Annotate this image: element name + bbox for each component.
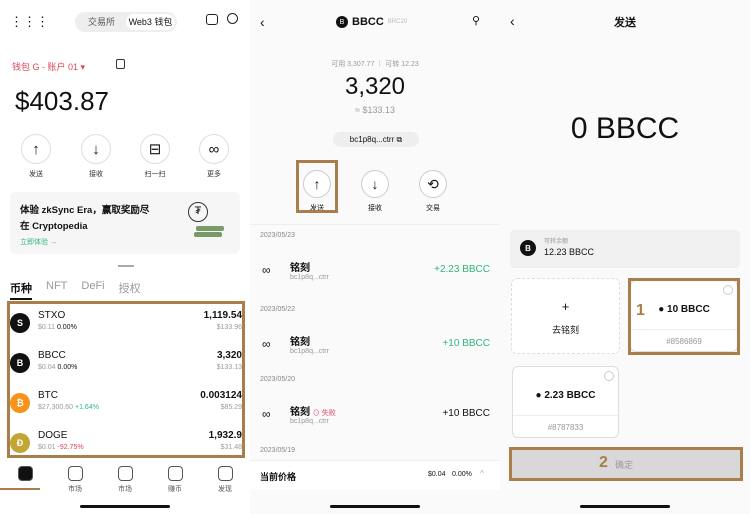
token-logo-icon: B — [336, 16, 348, 28]
wallet-home-panel: ⋮⋮⋮ 交易所 Web3 钱包 钱包 G - 账户 01 ▾ $403.87 ↑… — [0, 0, 250, 514]
transaction-row[interactable]: ∞ 铭刻 bc1p8q...ctrr +10 BBCC — [260, 331, 490, 365]
date-header: 2023/05/19 — [260, 447, 296, 454]
home-indicator — [80, 505, 170, 508]
home-indicator — [330, 505, 420, 508]
inscribe-card[interactable]: + 去铭刻 — [511, 278, 620, 354]
tab-nft[interactable]: NFT — [46, 280, 67, 300]
tab-web3-wallet[interactable]: Web3 钱包 — [126, 14, 175, 30]
price-bar[interactable]: 当前价格 $0.04 0.00% ^ — [250, 460, 500, 490]
swap-icon: ⟲ — [419, 170, 447, 198]
back-icon[interactable]: ‹ — [260, 14, 265, 30]
nav-earn[interactable]: 赚币 — [155, 466, 195, 494]
more-button[interactable]: ∞ 更多 — [194, 134, 234, 179]
home-indicator — [580, 505, 670, 508]
arrow-down-icon: ↓ — [81, 134, 111, 164]
send-amount-input[interactable]: 0 BBCC — [500, 112, 750, 146]
trade-button[interactable]: ⟲ 交易 — [413, 170, 453, 213]
tab-defi[interactable]: DeFi — [81, 280, 104, 300]
nav-earn-icon — [167, 466, 183, 481]
infinity-icon: ∞ — [199, 134, 229, 164]
date-header: 2023/05/22 — [260, 306, 296, 313]
receive-button[interactable]: ↓ 接收 — [355, 170, 395, 213]
arrow-up-icon: ↑ — [21, 134, 51, 164]
nav-market-icon — [67, 466, 83, 481]
nav-market-2[interactable]: 市场 — [105, 466, 145, 494]
message-icon[interactable] — [206, 14, 218, 25]
send-panel: ‹ 发送 0 BBCC B 可转余额 12.23 BBCC + 去铭刻 ● 10… — [500, 0, 750, 514]
copy-icon[interactable] — [116, 59, 125, 69]
divider — [250, 224, 500, 225]
date-header: 2023/05/23 — [260, 232, 296, 239]
token-logo-icon: B — [520, 240, 536, 256]
highlight-send — [296, 160, 338, 213]
step-1-marker: 1 — [636, 302, 645, 319]
tab-approvals[interactable]: 授权 — [119, 280, 141, 300]
account-selector[interactable]: 钱包 G - 账户 01 ▾ — [12, 60, 85, 73]
send-button[interactable]: ↑ 发送 — [16, 134, 56, 179]
scan-button[interactable]: ⊟ 扫一扫 — [135, 134, 175, 179]
radio-unselected[interactable] — [604, 371, 614, 381]
asset-tabs: 币种 NFT DeFi 授权 — [10, 280, 141, 300]
highlight-asset-list — [7, 301, 245, 458]
search-icon[interactable] — [227, 13, 238, 24]
promo-banner[interactable]: 体验 zkSync Era，赢取奖励尽 在 Cryptopedia 立即体验 →… — [10, 192, 240, 254]
chevron-up-icon: ^ — [480, 469, 484, 478]
carousel-indicator — [118, 265, 134, 267]
nav-market-2-icon — [117, 466, 133, 481]
inscription-card-2[interactable]: ● 2.23 BBCC #8787833 — [512, 366, 619, 438]
nav-discover[interactable]: 发现 — [205, 466, 245, 494]
exchange-wallet-switch[interactable]: 交易所 Web3 钱包 — [75, 12, 177, 32]
plus-icon: + — [561, 299, 570, 314]
token-header: B BBCC BRC20 — [336, 16, 407, 28]
highlight-nav-fragment — [0, 488, 40, 500]
link-icon: ∞ — [262, 407, 271, 421]
receive-button[interactable]: ↓ 接收 — [76, 134, 116, 179]
share-icon[interactable]: ⚲ — [472, 14, 480, 27]
arrow-down-icon: ↓ — [361, 170, 389, 198]
nav-wallet-icon — [17, 466, 33, 481]
date-header: 2023/05/20 — [260, 376, 296, 383]
available-balance: 可用 3,307.77 ｜ 可转 12.23 — [331, 61, 419, 68]
transferable-balance: B 可转余额 12.23 BBCC — [510, 230, 740, 268]
link-icon: ∞ — [262, 263, 271, 277]
status-badge: ⊙ 失败 — [312, 410, 336, 417]
token-amount: 3,320 — [344, 73, 406, 100]
scan-icon: ⊟ — [140, 134, 170, 164]
transaction-row[interactable]: ∞ 铭刻 ⊙ 失败 bc1p8q...ctrr +10 BBCC — [260, 401, 490, 435]
apps-grid-icon[interactable]: ⋮⋮⋮ — [10, 14, 49, 30]
fiat-value: ≈ $133.13 — [355, 105, 395, 115]
link-icon: ∞ — [262, 337, 271, 351]
page-title: 发送 — [614, 17, 636, 29]
tab-exchange[interactable]: 交易所 — [77, 14, 126, 30]
highlight-confirm — [509, 447, 743, 481]
token-detail-panel: ‹ B BBCC BRC20 ⚲ 可用 3,307.77 ｜ 可转 12.23 … — [250, 0, 500, 514]
total-balance: $403.87 — [15, 86, 109, 116]
address-pill[interactable]: bc1p8q...ctrr ⧉ — [333, 132, 419, 147]
nav-market[interactable]: 市场 — [55, 466, 95, 494]
tab-coins[interactable]: 币种 — [10, 280, 32, 300]
nav-wallet[interactable] — [5, 466, 45, 484]
nav-discover-icon — [217, 466, 233, 481]
transaction-row[interactable]: ∞ 铭刻 bc1p8q...ctrr +2.23 BBCC — [260, 257, 490, 291]
coin-stack-icon: ₮ — [186, 202, 228, 240]
